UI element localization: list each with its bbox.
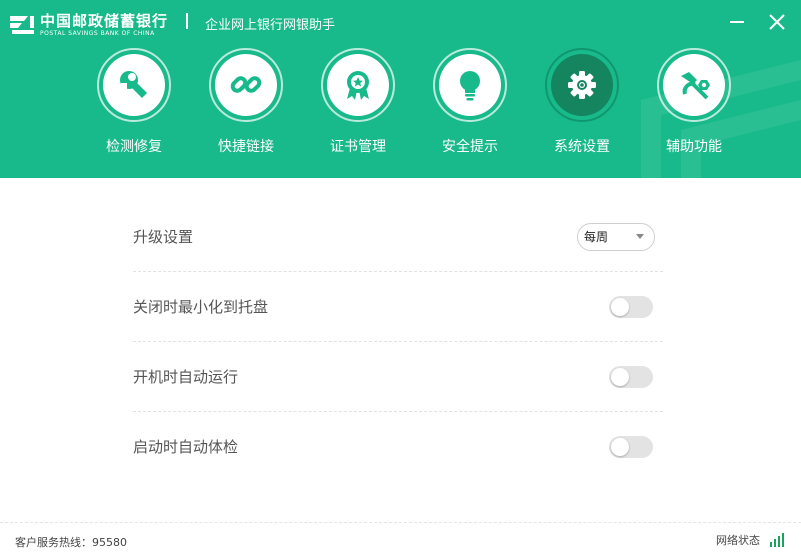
nav-item-system-settings[interactable]: 系统设置	[526, 48, 638, 156]
nav-item-cert-management[interactable]: 证书管理	[302, 48, 414, 156]
nav-item-check-repair[interactable]: 检测修复	[78, 48, 190, 156]
app-header: 中国邮政储蓄银行 POSTAL SAVINGS BANK OF CHINA 企业…	[0, 0, 801, 178]
upgrade-label: 升级设置	[133, 228, 194, 246]
select-value: 每周	[584, 230, 609, 244]
minimize-button[interactable]	[727, 12, 747, 32]
nav-label: 系统设置	[554, 139, 610, 155]
chevron-down-icon	[636, 234, 644, 239]
autostart-label: 开机时自动运行	[133, 368, 239, 386]
autostart-toggle[interactable]	[609, 365, 653, 388]
toggle-knob	[611, 437, 629, 456]
link-icon	[230, 76, 262, 93]
upgrade-frequency-select[interactable]: 每周	[577, 222, 655, 251]
nav-label: 安全提示	[442, 139, 498, 155]
status-bar: 客户服务热线：95580 网络状态	[0, 522, 801, 558]
nav-item-quick-links[interactable]: 快捷链接	[190, 48, 302, 156]
setting-row-autostart: 开机时自动运行	[133, 342, 663, 412]
nav-item-accessibility[interactable]: 辅助功能	[638, 48, 750, 156]
tools-icon	[681, 72, 710, 100]
main-nav: 检测修复 快捷链接 证书管理 安全提示 系统设置 辅助功能	[78, 48, 750, 156]
minimize-tray-toggle[interactable]	[609, 295, 653, 318]
close-button[interactable]	[767, 12, 787, 32]
bank-logo: 中国邮政储蓄银行 POSTAL SAVINGS BANK OF CHINA	[8, 10, 168, 40]
network-status-label: 网络状态	[716, 534, 760, 547]
settings-panel: 升级设置 每周 关闭时最小化到托盘 开机时自动运行 启动时自动体检	[133, 202, 663, 481]
network-status: 网络状态	[716, 532, 784, 548]
bank-name-cn: 中国邮政储蓄银行	[40, 11, 169, 30]
app-title: 企业网上银行网银助手	[205, 18, 336, 33]
signal-icon	[768, 533, 784, 547]
nav-item-security-tips[interactable]: 安全提示	[414, 48, 526, 156]
psbc-logo-icon	[10, 16, 34, 34]
autocheck-toggle[interactable]	[609, 435, 653, 458]
hotline-text: 客户服务热线：95580	[15, 536, 127, 549]
bank-name-en: POSTAL SAVINGS BANK OF CHINA	[40, 29, 155, 37]
wrench-icon	[120, 71, 147, 98]
nav-label: 辅助功能	[666, 139, 722, 155]
setting-row-autocheck: 启动时自动体检	[133, 412, 663, 481]
nav-label: 检测修复	[106, 139, 162, 155]
gear-icon	[568, 71, 596, 99]
minimize-tray-label: 关闭时最小化到托盘	[133, 298, 269, 316]
setting-row-minimize-tray: 关闭时最小化到托盘	[133, 272, 663, 342]
nav-label: 证书管理	[330, 139, 386, 155]
setting-row-upgrade: 升级设置 每周	[133, 202, 663, 272]
toggle-knob	[611, 297, 629, 316]
certificate-icon	[347, 71, 369, 100]
lightbulb-icon	[460, 71, 480, 101]
toggle-knob	[611, 367, 629, 386]
autocheck-label: 启动时自动体检	[133, 438, 239, 456]
title-separator	[186, 13, 188, 29]
nav-label: 快捷链接	[218, 139, 274, 155]
